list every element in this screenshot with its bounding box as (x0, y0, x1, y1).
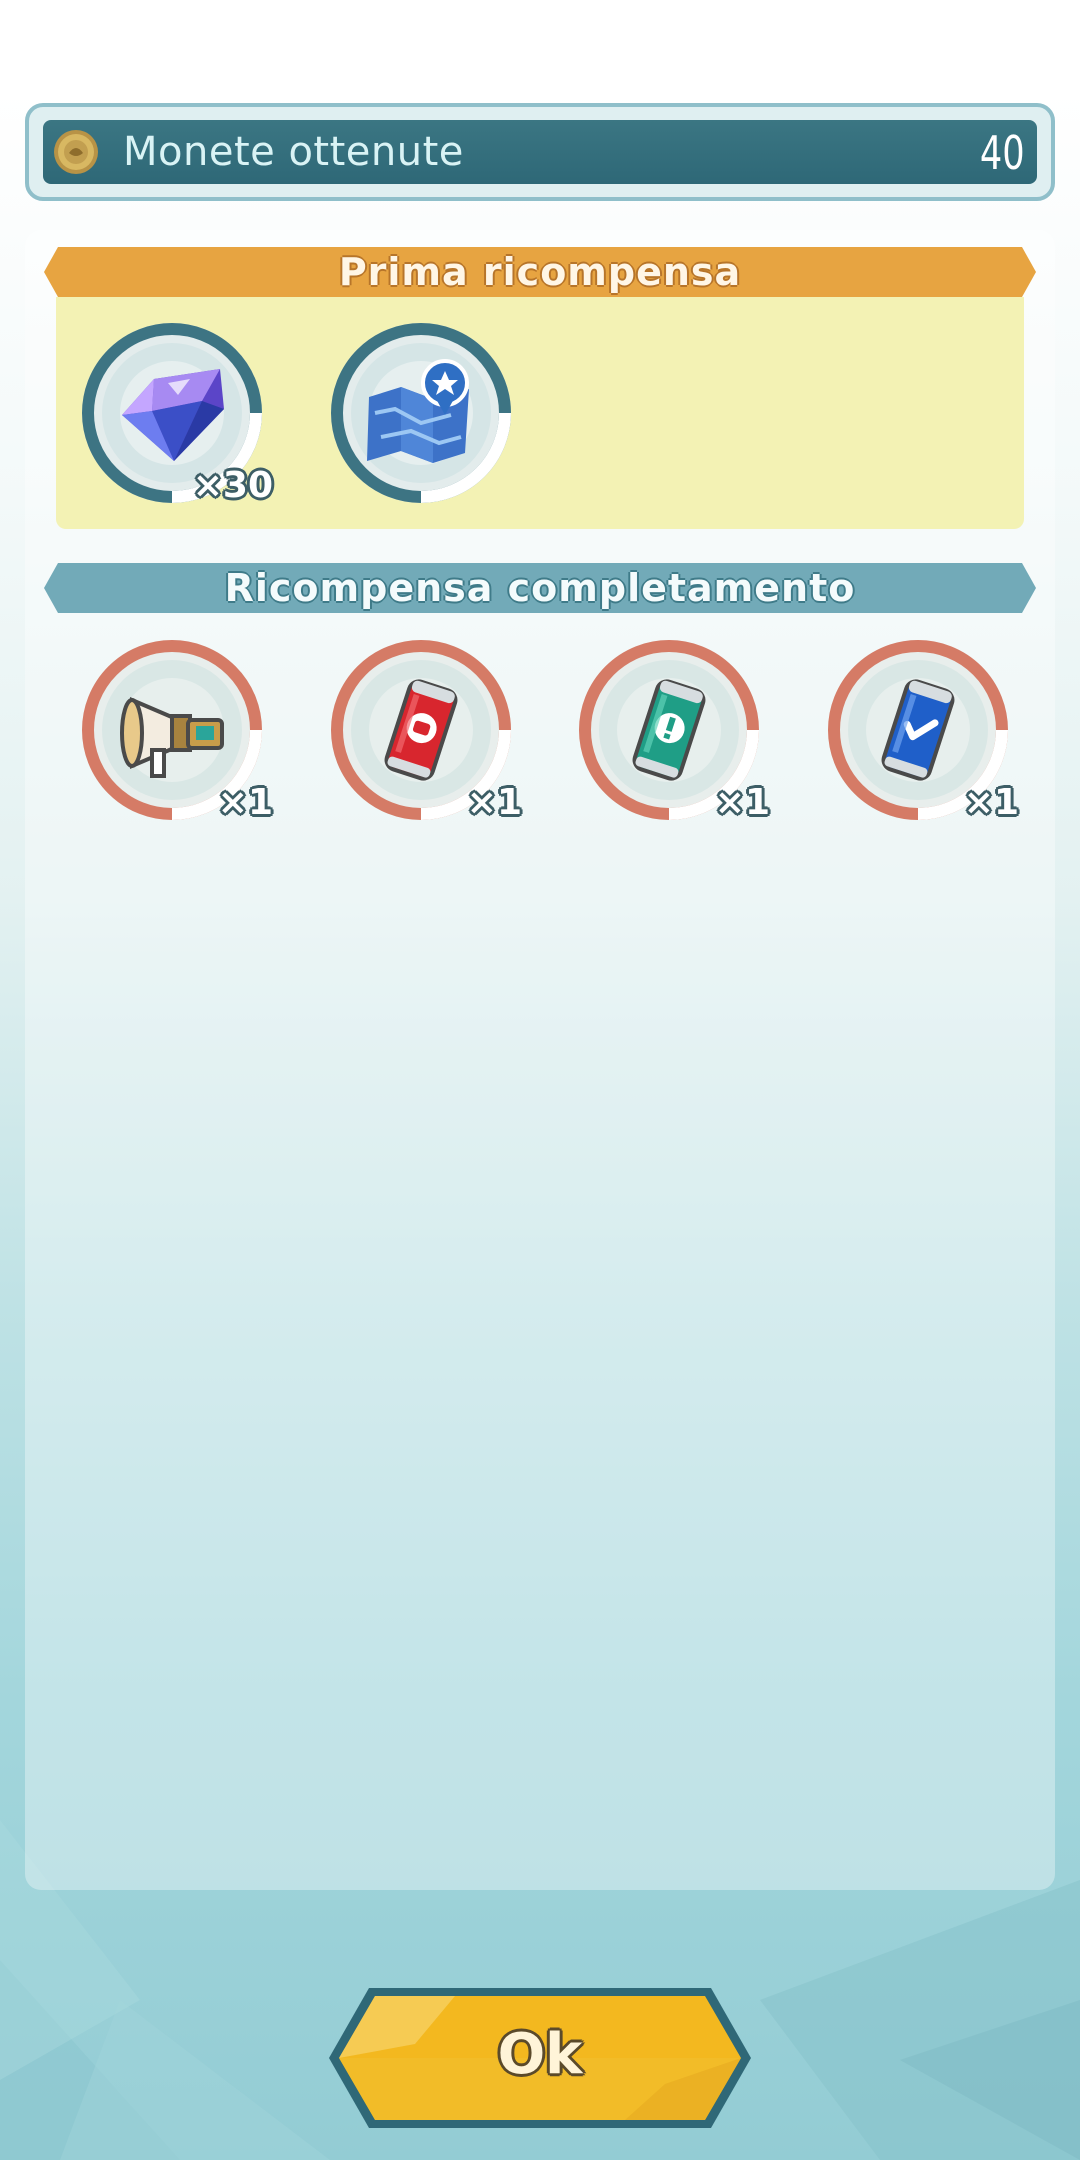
first-reward-title: Prima ricompensa (338, 250, 742, 294)
reward-quantity: ×1 (466, 782, 522, 823)
reward-item-blue-can[interactable]: ×1 (823, 635, 1019, 825)
first-reward-banner: Prima ricompensa (44, 247, 1036, 297)
coins-obtained-inner: Monete ottenute 40 (43, 120, 1037, 184)
reward-item-green-can[interactable]: ×1 (574, 635, 770, 825)
reward-quantity: ×1 (963, 782, 1019, 823)
reward-item-red-can[interactable]: ×1 (326, 635, 522, 825)
megaphone-icon (120, 696, 224, 778)
ok-button[interactable]: Ok (325, 1984, 755, 2132)
reward-quantity: ×1 (714, 782, 770, 823)
coins-obtained-bar: Monete ottenute 40 (25, 103, 1055, 201)
blue-can-icon (881, 679, 955, 781)
coins-label: Monete ottenute (123, 129, 464, 175)
reward-item-map[interactable] (326, 318, 516, 508)
ok-button-label: Ok (497, 2022, 583, 2087)
crystal-icon (122, 369, 224, 461)
completion-reward-title: Ricompensa completamento (224, 566, 856, 610)
coins-value: 40 (980, 126, 1025, 180)
reward-item-megaphone[interactable]: ×1 (77, 635, 273, 825)
reward-quantity: ×30 (192, 465, 273, 506)
green-can-icon (632, 679, 706, 781)
reward-quantity: ×1 (217, 782, 273, 823)
red-can-icon (384, 679, 458, 781)
coin-icon (54, 130, 98, 174)
reward-item-crystal[interactable]: ×30 (77, 318, 273, 508)
map-icon (367, 359, 469, 463)
completion-reward-banner: Ricompensa completamento (44, 563, 1036, 613)
